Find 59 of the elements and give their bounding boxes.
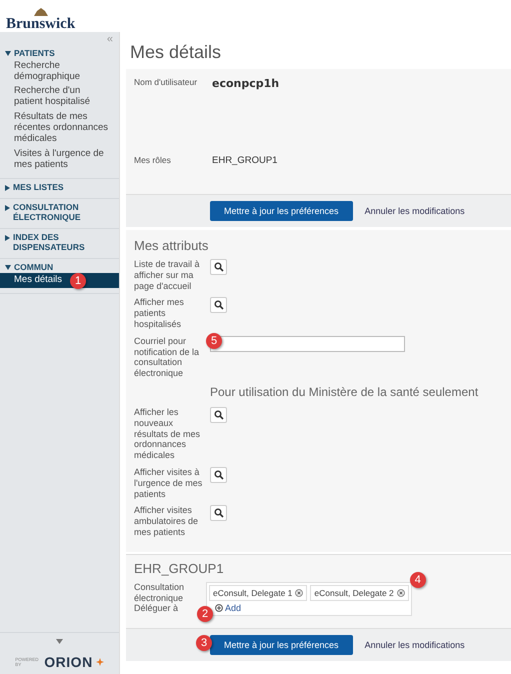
callout-badge: 2	[197, 606, 213, 622]
caret-icon	[5, 184, 10, 191]
callout-badge: 3	[196, 634, 212, 651]
search-icon	[214, 300, 224, 310]
cancel-link[interactable]: Annuler les modifications	[364, 206, 465, 216]
search-icon	[214, 262, 224, 272]
logo-text: Brunswick	[6, 17, 76, 32]
field-label: Mes rôles	[134, 155, 172, 165]
plus-icon	[215, 604, 223, 612]
remove-icon[interactable]	[396, 588, 405, 597]
callout-badge: 4	[410, 572, 426, 588]
update-preferences-button[interactable]: Mettre à jour les préférences	[210, 201, 353, 221]
field-value: econpcp1h	[212, 77, 280, 90]
section-header[interactable]: PATIENTS	[0, 48, 119, 59]
field-label: Courriel pour notification de la consultation électronique	[134, 336, 200, 379]
delegate-chip[interactable]: eConsult, Delegate 2	[310, 584, 409, 601]
field-label: Consultation électronique Déléguer à	[134, 582, 186, 614]
field-label: Afficher visites à l'urgence de mes patients	[134, 466, 204, 500]
callout-badge: 5	[206, 332, 222, 349]
sidebar-item[interactable]: Recherche d'un patient hospitalisé	[0, 84, 119, 110]
field-label: Liste de travail à afficher sur ma page d'accueil	[134, 259, 201, 292]
caret-icon	[5, 51, 11, 56]
sidebar-item[interactable]: Résultats de mes récentes ordonnances médicales	[0, 110, 119, 148]
section-header[interactable]: CONSULTATION ÉLECTRONIQUE	[0, 202, 119, 223]
caret-icon	[5, 265, 11, 270]
search-icon	[214, 410, 224, 420]
group-heading: EHR_GROUP1	[134, 560, 225, 576]
field-label: Afficher visites ambulatoires de mes patients	[134, 505, 200, 538]
delegate-chip[interactable]: eConsult, Delegate 1	[209, 584, 308, 601]
email-field[interactable]	[210, 336, 405, 352]
search-button[interactable]	[210, 505, 227, 522]
crest-icon	[32, 7, 50, 17]
section-header[interactable]: INDEX DES DISPENSATEURS	[0, 232, 119, 254]
sidebar-item[interactable]: Visites à l'urgence de mes patients	[0, 147, 119, 173]
search-button[interactable]	[210, 297, 227, 314]
orion-logo-text: ORION	[44, 654, 93, 670]
field-value: EHR_GROUP1	[212, 155, 278, 166]
remove-icon[interactable]	[295, 588, 304, 597]
search-button[interactable]	[210, 259, 227, 275]
field-label: Afficher mes patients hospitalisés	[134, 297, 185, 330]
delegate-field[interactable]: eConsult, Delegate 1 eConsult, Delegate 2 Add	[206, 582, 412, 616]
section-heading: Pour utilisation du Ministère de la santé seulement	[210, 384, 480, 399]
search-icon	[214, 470, 224, 480]
field-label: Nom d'utilisateur	[134, 77, 198, 87]
search-button[interactable]	[210, 466, 227, 483]
caret-icon	[5, 234, 10, 241]
star-icon	[96, 658, 104, 666]
field-label: Afficher les nouveaux résultats de mes ordonnances médicales	[134, 406, 202, 461]
expand-icon[interactable]	[56, 639, 63, 644]
page-title: Mes détails	[130, 42, 222, 63]
section-heading: Mes attributs	[134, 238, 210, 253]
search-icon	[214, 508, 224, 518]
cancel-link[interactable]: Annuler les modifications	[364, 640, 465, 650]
search-button[interactable]	[210, 406, 227, 423]
section-header[interactable]: COMMUN	[0, 262, 119, 273]
caret-icon	[5, 204, 10, 211]
sidebar-item[interactable]: Recherche démographique	[0, 58, 119, 84]
section-header[interactable]: MES LISTES	[0, 182, 119, 193]
update-preferences-button[interactable]: Mettre à jour les préférences	[210, 634, 353, 655]
